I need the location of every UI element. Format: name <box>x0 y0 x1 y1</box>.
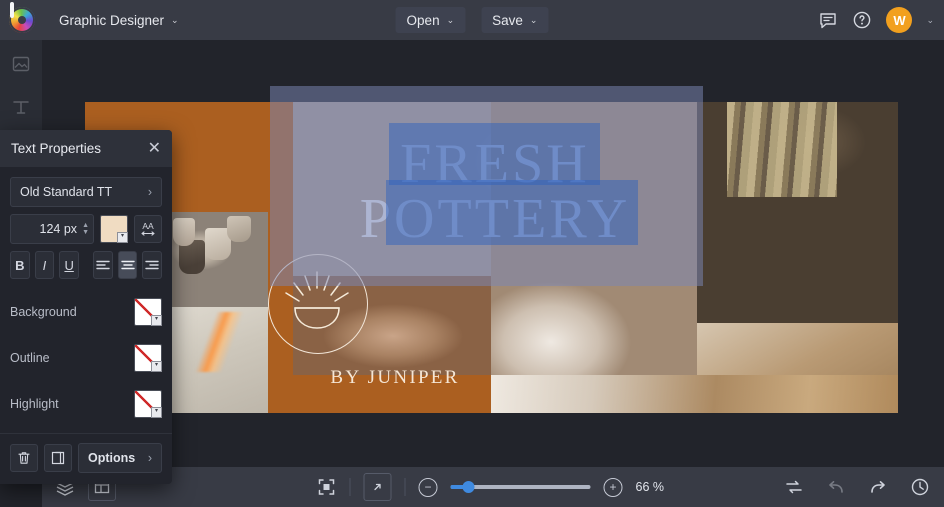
svg-text:AA: AA <box>142 221 154 231</box>
background-label: Background <box>10 305 77 319</box>
outline-color-row[interactable]: Outline ▾ <box>0 335 172 381</box>
zoom-level-label: 66 % <box>635 480 665 494</box>
zoom-controls: − + 66 % <box>317 473 670 501</box>
chevron-down-icon[interactable]: ▾ <box>151 407 162 418</box>
highlight-color-swatch[interactable]: ▾ <box>134 390 162 418</box>
fit-to-screen-icon[interactable] <box>317 477 337 497</box>
options-label: Options <box>88 451 136 465</box>
headline-text[interactable]: FRESH POTTERY <box>285 136 705 247</box>
undo-icon[interactable] <box>826 477 846 497</box>
app-window: Graphic Designer ⌄ Open ⌄ Save ⌄ W ⌄ FRE… <box>0 0 944 507</box>
chevron-down-icon: ⌄ <box>529 14 538 25</box>
account-actions: W ⌄ <box>818 7 934 33</box>
font-size-value: 124 px <box>39 222 78 236</box>
open-button[interactable]: Open ⌄ <box>395 7 466 33</box>
chevron-down-icon: ⌄ <box>171 14 179 25</box>
background-color-swatch[interactable]: ▾ <box>134 298 162 326</box>
bottom-toolbar: − + 66 % <box>42 467 944 507</box>
text-tool-icon[interactable] <box>11 97 31 122</box>
stepper-up-icon: ▲ <box>82 221 89 229</box>
zoom-slider-knob[interactable] <box>462 481 475 493</box>
top-toolbar: Graphic Designer ⌄ Open ⌄ Save ⌄ W ⌄ <box>0 0 944 40</box>
document-title-menu[interactable]: Graphic Designer ⌄ <box>49 7 189 33</box>
highlight-color-row[interactable]: Highlight ▾ <box>0 381 172 427</box>
underline-label: U <box>64 257 74 273</box>
font-family-value: Old Standard TT <box>20 185 113 199</box>
chevron-down-icon: ⌄ <box>446 14 455 25</box>
chevron-down-icon[interactable]: ▾ <box>151 361 162 372</box>
font-family-select[interactable]: Old Standard TT › <box>10 177 162 207</box>
swap-icon[interactable] <box>784 477 804 497</box>
chevron-down-icon[interactable]: ⌄ <box>926 15 934 26</box>
expand-icon[interactable] <box>363 473 392 501</box>
bowl-rays-icon <box>285 271 349 329</box>
zoom-slider[interactable] <box>450 481 591 493</box>
chevron-right-icon: › <box>147 451 152 465</box>
text-properties-panel: Text Properties ✕ Old Standard TT › 124 … <box>0 130 172 484</box>
panel-footer: Options › <box>0 434 172 484</box>
bold-label: B <box>15 257 25 273</box>
divider <box>404 478 406 496</box>
chevron-right-icon: › <box>147 185 152 199</box>
options-button[interactable]: Options › <box>78 443 162 473</box>
image-tool-icon[interactable] <box>11 54 31 79</box>
save-label: Save <box>492 12 523 28</box>
letter-spacing-button[interactable]: AA <box>134 215 162 243</box>
divider <box>349 478 351 496</box>
avatar[interactable]: W <box>886 7 913 33</box>
save-button[interactable]: Save ⌄ <box>481 7 549 33</box>
pot-shape <box>173 218 195 246</box>
format-buttons-row: B I U <box>10 251 163 279</box>
file-actions: Open ⌄ Save ⌄ <box>395 7 549 33</box>
duplicate-icon[interactable] <box>44 444 72 472</box>
font-size-input[interactable]: 124 px ▲ ▼ <box>10 214 94 244</box>
panel-title: Text Properties <box>11 141 102 156</box>
history-controls <box>784 477 930 497</box>
panel-header: Text Properties ✕ <box>0 130 172 167</box>
align-right-button[interactable] <box>142 251 163 279</box>
outline-label: Outline <box>10 351 50 365</box>
background-color-row[interactable]: Background ▾ <box>0 289 172 335</box>
panel-body: Old Standard TT › 124 px ▲ ▼ ▾ AA B I U <box>0 167 172 289</box>
bold-button[interactable]: B <box>10 251 30 279</box>
outline-color-swatch[interactable]: ▾ <box>134 344 162 372</box>
redo-icon[interactable] <box>868 477 888 497</box>
font-size-row: 124 px ▲ ▼ ▾ AA <box>10 214 162 244</box>
chevron-down-icon[interactable]: ▾ <box>117 232 128 243</box>
highlight-label: Highlight <box>10 397 59 411</box>
pot-shape <box>227 216 251 242</box>
trash-icon[interactable] <box>10 444 38 472</box>
text-color-swatch[interactable]: ▾ <box>100 215 128 243</box>
open-label: Open <box>406 12 440 28</box>
comment-icon[interactable] <box>818 10 838 30</box>
font-size-stepper[interactable]: ▲ ▼ <box>82 221 89 236</box>
align-center-button[interactable] <box>117 251 138 279</box>
chevron-down-icon[interactable]: ▾ <box>151 315 162 326</box>
photo-potter-right <box>697 102 898 413</box>
italic-button[interactable]: I <box>34 251 55 279</box>
zoom-out-button[interactable]: − <box>418 477 438 497</box>
boxy-logo-icon[interactable] <box>9 2 35 33</box>
history-clock-icon[interactable] <box>910 477 930 497</box>
underline-button[interactable]: U <box>59 251 79 279</box>
design-canvas[interactable]: FRESH POTTERY BY JUNIPER <box>85 102 898 413</box>
close-icon[interactable]: ✕ <box>148 140 161 157</box>
zoom-in-button[interactable]: + <box>603 477 623 497</box>
byline-text[interactable]: BY JUNIPER <box>235 367 555 389</box>
stepper-down-icon: ▼ <box>82 228 89 236</box>
align-left-button[interactable] <box>93 251 113 279</box>
help-icon[interactable] <box>852 10 872 30</box>
italic-label: I <box>42 257 47 273</box>
document-title-label: Graphic Designer <box>59 12 165 28</box>
canvas-stage[interactable]: FRESH POTTERY BY JUNIPER <box>42 40 944 467</box>
